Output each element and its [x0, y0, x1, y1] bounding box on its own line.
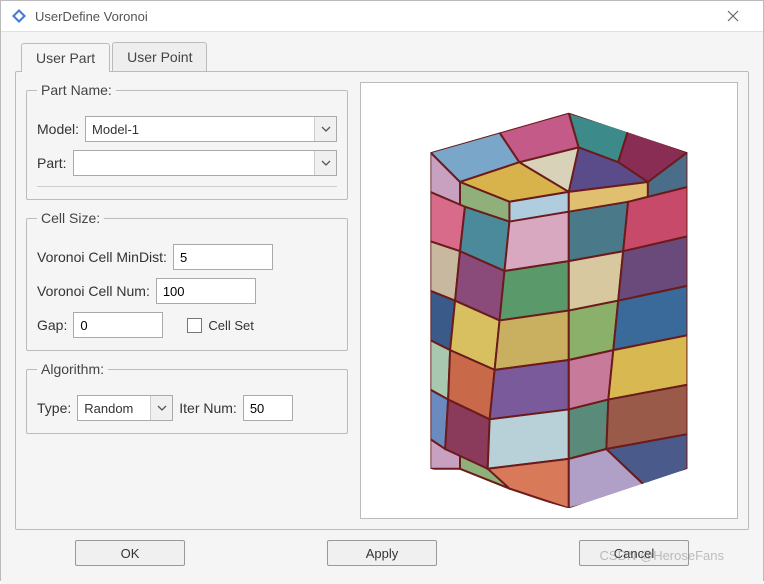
legend-part-name: Part Name: — [37, 82, 116, 98]
tab-strip: User Part User Point — [21, 42, 749, 71]
app-icon — [11, 8, 27, 24]
legend-cell-size: Cell Size: — [37, 210, 104, 226]
checkbox-box-icon — [187, 318, 202, 333]
combo-type[interactable]: Random — [77, 395, 173, 421]
group-cell-size: Cell Size: Voronoi Cell MinDist: Voronoi… — [26, 210, 348, 351]
cancel-button[interactable]: Cancel — [579, 540, 689, 566]
chevron-down-icon — [150, 396, 172, 420]
input-iternum[interactable] — [243, 395, 293, 421]
input-mindist[interactable] — [173, 244, 273, 270]
label-model: Model: — [37, 121, 79, 137]
label-iternum: Iter Num: — [179, 400, 237, 416]
group-algorithm: Algorithm: Type: Random Iter Num: — [26, 361, 348, 434]
ok-button[interactable]: OK — [75, 540, 185, 566]
label-cellnum: Voronoi Cell Num: — [37, 283, 150, 299]
tab-user-point[interactable]: User Point — [112, 42, 207, 71]
legend-algorithm: Algorithm: — [37, 361, 108, 377]
group-part-name: Part Name: Model: Model-1 Part: — [26, 82, 348, 200]
left-column: Part Name: Model: Model-1 Part: — [26, 82, 348, 519]
dialog-window: UserDefine Voronoi User Part User Point … — [0, 0, 764, 581]
close-button[interactable] — [713, 1, 753, 31]
label-cellset: Cell Set — [208, 318, 254, 333]
window-title: UserDefine Voronoi — [35, 9, 713, 24]
combo-part[interactable] — [73, 150, 337, 176]
input-gap[interactable] — [73, 312, 163, 338]
label-mindist: Voronoi Cell MinDist: — [37, 249, 167, 265]
preview-panel — [360, 82, 738, 519]
checkbox-cellset[interactable]: Cell Set — [187, 318, 254, 333]
voronoi-preview-image — [371, 93, 727, 508]
combo-type-value: Random — [84, 401, 133, 416]
divider — [37, 186, 337, 187]
combo-model[interactable]: Model-1 — [85, 116, 337, 142]
chevron-down-icon — [314, 117, 336, 141]
label-part: Part: — [37, 155, 67, 171]
apply-button[interactable]: Apply — [327, 540, 437, 566]
chevron-down-icon — [314, 151, 336, 175]
tab-user-part[interactable]: User Part — [21, 43, 110, 72]
tab-panel: Part Name: Model: Model-1 Part: — [15, 71, 749, 530]
combo-model-value: Model-1 — [92, 122, 139, 137]
input-cellnum[interactable] — [156, 278, 256, 304]
titlebar: UserDefine Voronoi — [1, 1, 763, 32]
label-type: Type: — [37, 400, 71, 416]
button-bar: OK Apply Cancel — [15, 530, 749, 578]
content-area: User Part User Point Part Name: Model: M… — [1, 32, 763, 584]
label-gap: Gap: — [37, 317, 67, 333]
